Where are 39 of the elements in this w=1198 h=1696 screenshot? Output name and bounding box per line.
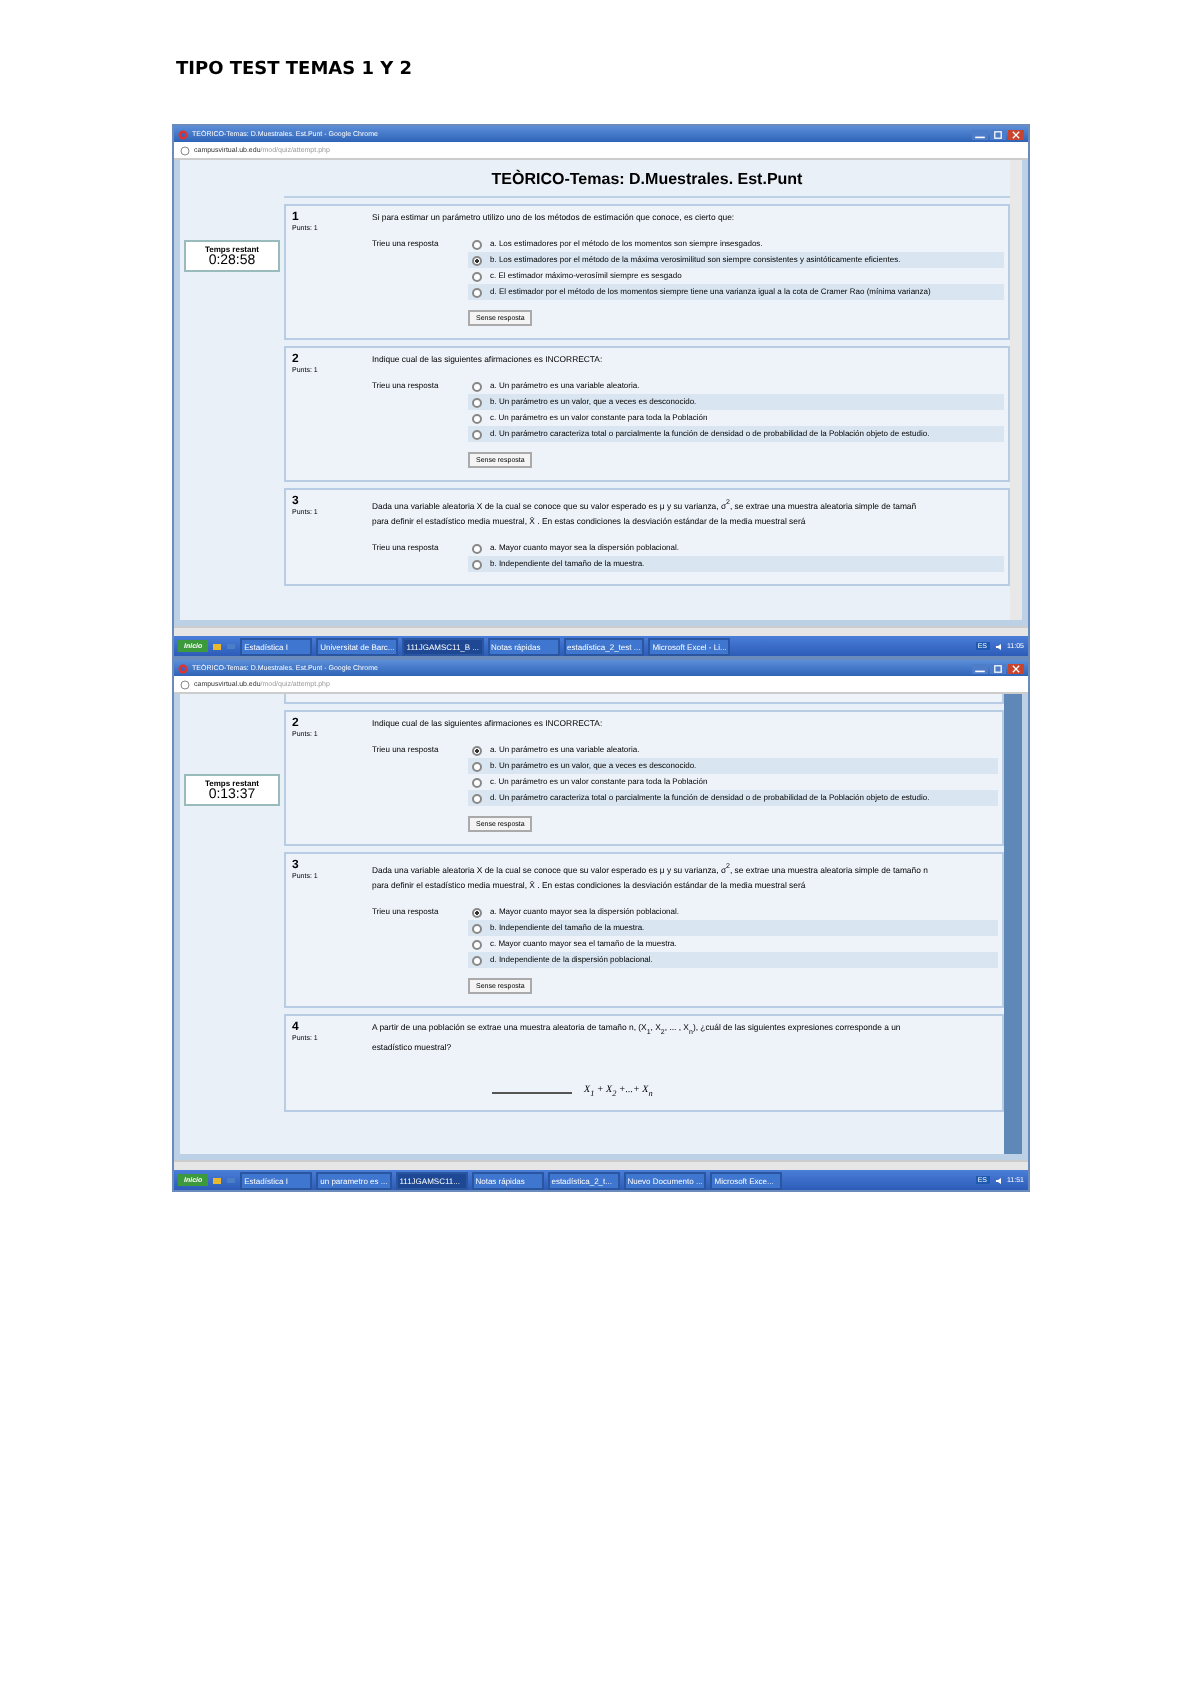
radio-button[interactable]: [472, 414, 482, 424]
radio-button[interactable]: [472, 240, 482, 250]
radio-button[interactable]: [472, 560, 482, 571]
document-heading: TIPO TEST TEMAS 1 Y 2: [176, 60, 415, 80]
page-icon: [180, 679, 190, 689]
radio-button[interactable]: [472, 908, 482, 919]
radio-button[interactable]: [472, 924, 482, 935]
maximize-icon[interactable]: [990, 663, 1006, 673]
radio-button[interactable]: [472, 382, 482, 392]
radio-button[interactable]: [472, 256, 482, 266]
radio-button[interactable]: [472, 288, 482, 298]
browser-icon: [178, 129, 188, 139]
folder-icon[interactable]: [212, 641, 223, 651]
minimize-icon[interactable]: [972, 129, 988, 139]
quiz-title: TEÒRICO-Temas: D.Muestrales. Est.Punt: [284, 164, 1010, 198]
radio-button[interactable]: [472, 794, 482, 804]
maximize-icon[interactable]: [990, 129, 1006, 139]
minimize-icon[interactable]: [972, 663, 988, 673]
radio-button[interactable]: [472, 398, 482, 408]
close-icon[interactable]: [1008, 663, 1024, 673]
horizontal-scrollbar[interactable]: [174, 1160, 1028, 1170]
volume-icon[interactable]: [993, 641, 1003, 651]
browser-icon: [178, 663, 188, 673]
radio-button[interactable]: [472, 940, 482, 951]
radio-button[interactable]: [472, 778, 482, 788]
close-icon[interactable]: [1008, 129, 1024, 139]
radio-button[interactable]: [472, 956, 482, 967]
folder-icon[interactable]: [212, 1175, 223, 1185]
radio-button[interactable]: [472, 544, 482, 555]
radio-button[interactable]: [472, 746, 482, 756]
vertical-scrollbar[interactable]: [1004, 694, 1022, 1154]
volume-icon[interactable]: [993, 1175, 1003, 1185]
radio-button[interactable]: [472, 430, 482, 440]
horizontal-scrollbar[interactable]: [174, 626, 1028, 636]
page-icon: [180, 145, 190, 155]
answer-line: [492, 1091, 572, 1094]
radio-button[interactable]: [472, 272, 482, 282]
radio-button[interactable]: [472, 762, 482, 772]
vertical-scrollbar[interactable]: [1010, 160, 1022, 620]
